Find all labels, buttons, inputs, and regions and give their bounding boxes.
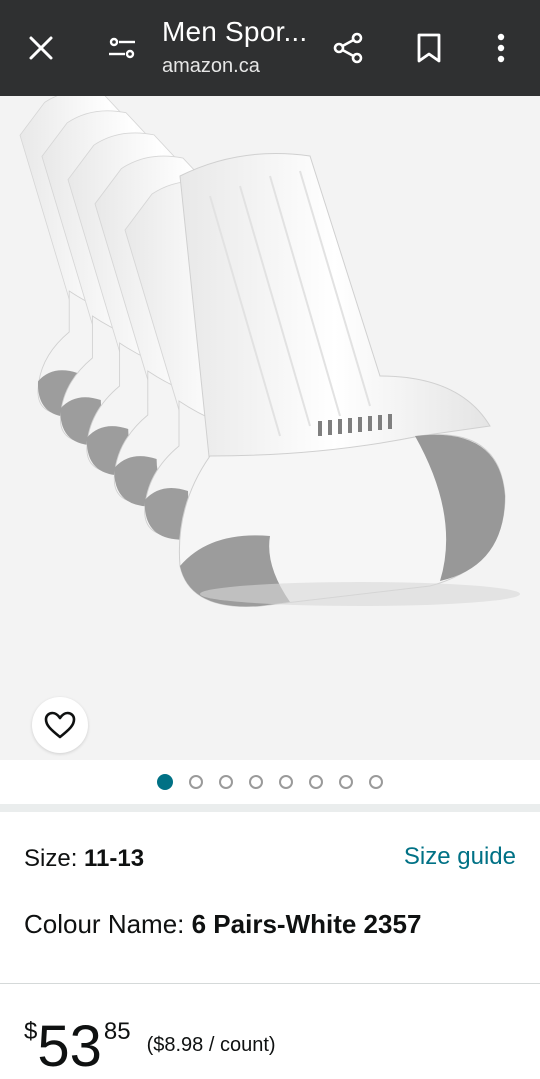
share-icon (333, 32, 363, 64)
size-label: Size: (24, 845, 85, 872)
bookmark-icon (417, 33, 441, 63)
carousel-indicator (0, 770, 540, 794)
divider (0, 983, 540, 984)
product-image[interactable] (0, 96, 540, 760)
colour-row[interactable]: Colour Name: 6 Pairs-White 2357 (24, 909, 421, 940)
page-title: Men Spor... (162, 16, 308, 47)
carousel-dot[interactable] (189, 775, 203, 789)
bookmark-button[interactable] (405, 24, 453, 72)
socks-image (0, 96, 540, 760)
tune-icon (109, 37, 135, 59)
colour-label: Colour Name: (24, 909, 192, 939)
price-block: $ 53 85 ($8.98 / count) (24, 1010, 276, 1076)
app-bar: Men Spor... amazon.ca (0, 0, 540, 96)
close-button[interactable] (17, 24, 65, 72)
section-divider (0, 804, 540, 812)
size-row[interactable]: Size: 11-13 (24, 845, 144, 873)
more-vert-icon (497, 33, 505, 63)
page-url: amazon.ca (162, 55, 260, 77)
price-fraction: 85 (103, 1018, 131, 1045)
carousel-dot[interactable] (157, 774, 173, 790)
carousel-dot[interactable] (369, 775, 383, 789)
share-button[interactable] (324, 24, 372, 72)
size-guide-link[interactable]: Size guide (404, 843, 516, 871)
carousel-dot[interactable] (309, 775, 323, 789)
carousel-dot[interactable] (249, 775, 263, 789)
more-options-button[interactable] (477, 24, 525, 72)
carousel-dot[interactable] (219, 775, 233, 789)
price-whole: 53 (37, 1014, 102, 1079)
colour-value: 6 Pairs-White 2357 (191, 909, 422, 939)
filter-button[interactable] (98, 24, 146, 72)
size-value: 11-13 (84, 845, 145, 872)
heart-outline-icon (44, 711, 76, 739)
favorite-button[interactable] (32, 697, 88, 753)
carousel-dot[interactable] (279, 775, 293, 789)
carousel-dot[interactable] (339, 775, 353, 789)
close-icon (29, 36, 53, 60)
unit-price: ($8.98 / count) (146, 1034, 276, 1056)
price-currency: $ (24, 1018, 38, 1045)
